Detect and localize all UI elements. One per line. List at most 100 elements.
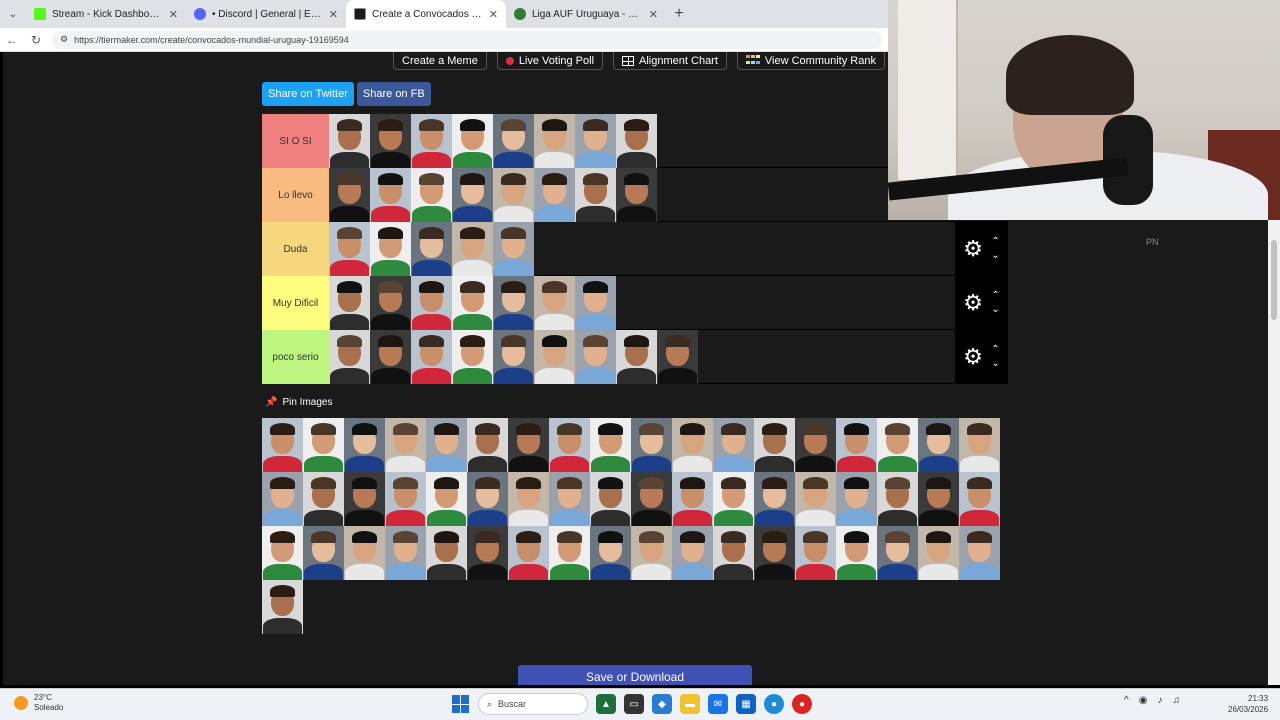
player-image[interactable] <box>452 222 493 276</box>
pool-player-image[interactable] <box>303 418 344 472</box>
player-image[interactable] <box>616 168 657 222</box>
pool-player-image[interactable] <box>713 472 754 526</box>
pool-player-image[interactable] <box>426 526 467 580</box>
landscape-widget-icon[interactable]: ▲ <box>596 694 616 714</box>
alignment-chart-button[interactable]: Alignment Chart <box>613 52 727 70</box>
player-image[interactable] <box>534 330 575 384</box>
player-image[interactable] <box>452 330 493 384</box>
pool-player-image[interactable] <box>918 526 959 580</box>
player-image[interactable] <box>329 114 370 168</box>
gear-icon[interactable]: ⚙ <box>963 346 983 368</box>
recording-app-icon[interactable]: ● <box>792 694 812 714</box>
mic-tray-icon[interactable]: ♪ <box>1157 695 1162 706</box>
player-image[interactable] <box>370 330 411 384</box>
site-info-icon[interactable]: ⚙ <box>60 34 68 45</box>
pin-images-toggle[interactable]: 📌 Pin Images <box>265 397 332 408</box>
pool-player-image[interactable] <box>959 418 1000 472</box>
live-voting-poll-button[interactable]: Live Voting Poll <box>496 52 604 70</box>
chrome-icon[interactable]: ● <box>764 694 784 714</box>
pool-player-image[interactable] <box>836 526 877 580</box>
pool-player-image[interactable] <box>385 526 426 580</box>
pool-player-image[interactable] <box>303 526 344 580</box>
player-image[interactable] <box>616 330 657 384</box>
reload-icon[interactable]: ↻ <box>24 28 48 52</box>
pool-player-image[interactable] <box>877 418 918 472</box>
network-icon[interactable]: ◉ <box>1139 695 1148 706</box>
share-fb-button[interactable]: Share on FB <box>356 82 431 106</box>
weather-widget[interactable]: 23°C Soleado <box>14 693 63 713</box>
pool-player-image[interactable] <box>549 472 590 526</box>
player-image[interactable] <box>411 276 452 330</box>
player-image[interactable] <box>493 276 534 330</box>
pool-player-image[interactable] <box>754 418 795 472</box>
chevron-down-icon[interactable]: ⌄ <box>991 249 999 263</box>
player-image[interactable] <box>452 114 493 168</box>
player-image[interactable] <box>370 276 411 330</box>
pool-player-image[interactable] <box>426 418 467 472</box>
pool-player-image[interactable] <box>795 472 836 526</box>
player-image[interactable] <box>575 276 616 330</box>
chevron-up-icon[interactable]: ⌃ <box>991 343 999 357</box>
pool-player-image[interactable] <box>508 418 549 472</box>
pool-player-image[interactable] <box>467 418 508 472</box>
clock[interactable]: 21:33 26/03/2026 <box>1228 693 1268 715</box>
pool-player-image[interactable] <box>631 418 672 472</box>
pool-player-image[interactable] <box>467 526 508 580</box>
pool-player-image[interactable] <box>262 418 303 472</box>
tab-discord[interactable]: • Discord | General | El ... ✕ <box>186 0 346 28</box>
gear-icon[interactable]: ⚙ <box>963 238 983 260</box>
player-image[interactable] <box>329 222 370 276</box>
scroll-thumb[interactable] <box>1271 240 1277 320</box>
pool-player-image[interactable] <box>467 472 508 526</box>
tier-label[interactable]: Duda <box>262 222 329 276</box>
player-image[interactable] <box>452 276 493 330</box>
player-image[interactable] <box>329 168 370 222</box>
pool-player-image[interactable] <box>549 526 590 580</box>
calendar-icon[interactable]: ▦ <box>736 694 756 714</box>
pool-player-image[interactable] <box>385 472 426 526</box>
pool-player-image[interactable] <box>631 526 672 580</box>
pool-player-image[interactable] <box>303 472 344 526</box>
close-icon[interactable]: ✕ <box>649 8 658 21</box>
player-image[interactable] <box>329 330 370 384</box>
pool-player-image[interactable] <box>508 472 549 526</box>
tier-label[interactable]: poco serio <box>262 330 329 384</box>
pool-player-image[interactable] <box>672 472 713 526</box>
player-image[interactable] <box>411 114 452 168</box>
chevron-up-icon[interactable]: ⌃ <box>991 289 999 303</box>
pool-player-image[interactable] <box>672 418 713 472</box>
back-icon[interactable]: ← <box>0 28 24 52</box>
file-explorer-icon[interactable]: ▬ <box>680 694 700 714</box>
pool-player-image[interactable] <box>590 526 631 580</box>
player-image[interactable] <box>534 168 575 222</box>
close-icon[interactable]: ✕ <box>169 8 178 21</box>
player-image[interactable] <box>493 168 534 222</box>
pool-player-image[interactable] <box>754 472 795 526</box>
pool-player-image[interactable] <box>631 472 672 526</box>
pool-player-image[interactable] <box>836 472 877 526</box>
pool-player-image[interactable] <box>426 472 467 526</box>
player-image[interactable] <box>370 168 411 222</box>
app-icon[interactable]: ◆ <box>652 694 672 714</box>
player-image[interactable] <box>616 114 657 168</box>
tier-label[interactable]: SI O SI <box>262 114 329 168</box>
player-image[interactable] <box>452 168 493 222</box>
player-image[interactable] <box>534 114 575 168</box>
pool-player-image[interactable] <box>795 418 836 472</box>
chevron-down-icon[interactable]: ⌄ <box>991 303 999 317</box>
close-icon[interactable]: ✕ <box>489 8 498 21</box>
gear-icon[interactable]: ⚙ <box>963 292 983 314</box>
new-tab-button[interactable]: + <box>666 0 692 28</box>
player-image[interactable] <box>493 114 534 168</box>
pool-player-image[interactable] <box>262 472 303 526</box>
close-icon[interactable]: ✕ <box>329 8 338 21</box>
pool-player-image[interactable] <box>959 526 1000 580</box>
tier-label[interactable]: Lo llevo <box>262 168 329 222</box>
player-image[interactable] <box>411 168 452 222</box>
pool-player-image[interactable] <box>918 418 959 472</box>
tab-kick[interactable]: Stream - Kick Dashboard ✕ <box>26 0 186 28</box>
chevron-down-icon[interactable]: ⌄ <box>991 357 999 371</box>
player-image[interactable] <box>493 222 534 276</box>
task-view-icon[interactable]: ▭ <box>624 694 644 714</box>
pool-player-image[interactable] <box>795 526 836 580</box>
